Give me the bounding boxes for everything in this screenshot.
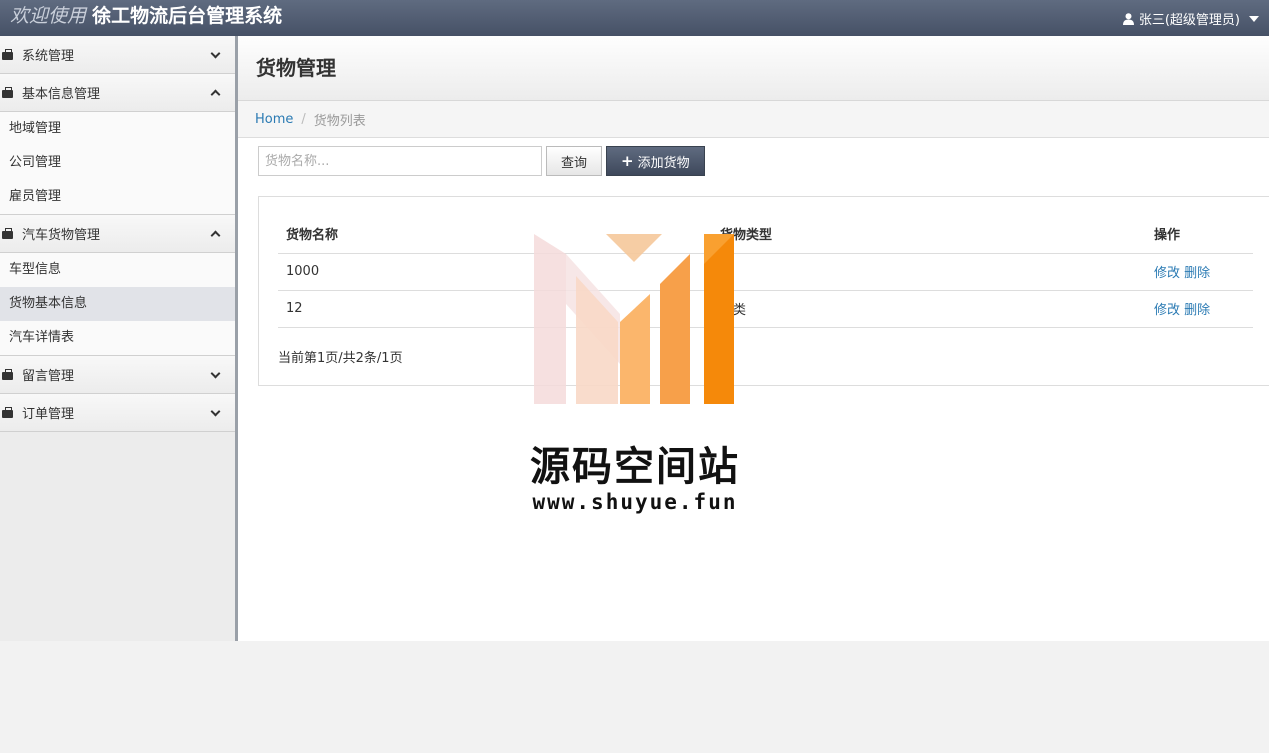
sidebar: 系统管理 基本信息管理 地域管理 公司管理 雇员管理 汽车货物管理 车型信息 货… xyxy=(0,36,235,641)
delete-link[interactable]: 删除 xyxy=(1184,266,1210,281)
sidebar-item-employee[interactable]: 雇员管理 xyxy=(0,180,235,214)
main-content: 货物管理 Home / 货物列表 查询 + 添加货物 货物名称 货物类型 操作 … xyxy=(238,36,1269,641)
sidebar-group-label: 基本信息管理 xyxy=(22,87,101,102)
query-button[interactable]: 查询 xyxy=(546,146,603,176)
top-navbar: 欢迎使用 徐工物流后台管理系统 张三(超级管理员) xyxy=(0,0,1269,36)
breadcrumb: Home / 货物列表 xyxy=(238,101,1269,138)
table-header-row: 货物名称 货物类型 操作 xyxy=(278,215,1253,254)
edit-link[interactable]: 修改 xyxy=(1154,266,1180,281)
cell-actions: 修改 删除 xyxy=(1146,253,1253,291)
cell-goods-type: 焦类 xyxy=(712,290,1146,328)
goods-table-panel: 货物名称 货物类型 操作 1000 油 修改 删除 12 焦类 修改 删除 当前… xyxy=(258,196,1269,386)
chevron-down-icon xyxy=(1249,15,1259,22)
welcome-text: 欢迎使用 xyxy=(10,5,87,27)
briefcase-icon xyxy=(2,48,16,61)
column-header-name: 货物名称 xyxy=(278,215,712,254)
cell-goods-name: 12 xyxy=(278,290,712,328)
briefcase-icon xyxy=(2,368,16,381)
pagination-info: 当前第1页/共2条/1页 xyxy=(278,351,403,366)
user-icon xyxy=(1122,12,1134,25)
breadcrumb-separator: / xyxy=(301,111,306,127)
sidebar-group-label: 汽车货物管理 xyxy=(22,228,101,243)
user-name: 张三(超级管理员) xyxy=(1138,13,1240,28)
breadcrumb-home-link[interactable]: Home xyxy=(255,112,293,127)
cell-actions: 修改 删除 xyxy=(1146,290,1253,328)
plus-icon: + xyxy=(621,152,634,170)
sidebar-group-label: 留言管理 xyxy=(22,369,75,384)
add-goods-label: 添加货物 xyxy=(637,155,690,171)
app-title: 欢迎使用 徐工物流后台管理系统 xyxy=(10,4,282,28)
search-toolbar: 查询 + 添加货物 xyxy=(258,146,705,176)
sidebar-group-label: 系统管理 xyxy=(22,49,75,64)
sidebar-group-label: 订单管理 xyxy=(22,407,75,422)
sidebar-item-region[interactable]: 地域管理 xyxy=(0,112,235,146)
table-row: 12 焦类 修改 删除 xyxy=(278,290,1253,328)
edit-link[interactable]: 修改 xyxy=(1154,303,1180,318)
sidebar-item-goods-info[interactable]: 货物基本信息 xyxy=(0,287,235,321)
briefcase-icon xyxy=(2,406,16,419)
sidebar-item-vehicle-type[interactable]: 车型信息 xyxy=(0,253,235,287)
briefcase-icon xyxy=(2,227,16,240)
chevron-up-icon xyxy=(210,230,221,241)
chevron-down-icon xyxy=(210,406,221,417)
sidebar-item-vehicle-details[interactable]: 汽车详情表 xyxy=(0,321,235,355)
table-row: 1000 油 修改 删除 xyxy=(278,253,1253,291)
cell-goods-type: 油 xyxy=(712,253,1146,291)
delete-link[interactable]: 删除 xyxy=(1184,303,1210,318)
chevron-up-icon xyxy=(210,89,221,100)
column-header-type: 货物类型 xyxy=(712,215,1146,254)
sidebar-submenu-vehicle-goods: 车型信息 货物基本信息 汽车详情表 xyxy=(0,253,235,356)
page-header: 货物管理 xyxy=(238,36,1269,101)
goods-table: 货物名称 货物类型 操作 1000 油 修改 删除 12 焦类 修改 删除 xyxy=(278,215,1253,328)
sidebar-item-company[interactable]: 公司管理 xyxy=(0,146,235,180)
column-header-actions: 操作 xyxy=(1146,215,1253,254)
sidebar-group-orders[interactable]: 订单管理 xyxy=(0,394,235,432)
sidebar-group-vehicle-goods[interactable]: 汽车货物管理 xyxy=(0,215,235,253)
chevron-down-icon xyxy=(210,368,221,379)
system-name: 徐工物流后台管理系统 xyxy=(92,5,283,27)
user-menu[interactable]: 张三(超级管理员) xyxy=(1122,9,1259,28)
sidebar-group-system[interactable]: 系统管理 xyxy=(0,36,235,74)
sidebar-group-messages[interactable]: 留言管理 xyxy=(0,356,235,394)
search-input[interactable] xyxy=(258,146,542,176)
cell-goods-name: 1000 xyxy=(278,253,712,291)
briefcase-icon xyxy=(2,86,16,99)
chevron-down-icon xyxy=(210,48,221,59)
sidebar-submenu-basic-info: 地域管理 公司管理 雇员管理 xyxy=(0,112,235,215)
sidebar-group-basic-info[interactable]: 基本信息管理 xyxy=(0,74,235,112)
add-goods-button[interactable]: + 添加货物 xyxy=(606,146,705,176)
page-title: 货物管理 xyxy=(256,56,336,80)
breadcrumb-current: 货物列表 xyxy=(313,113,366,129)
